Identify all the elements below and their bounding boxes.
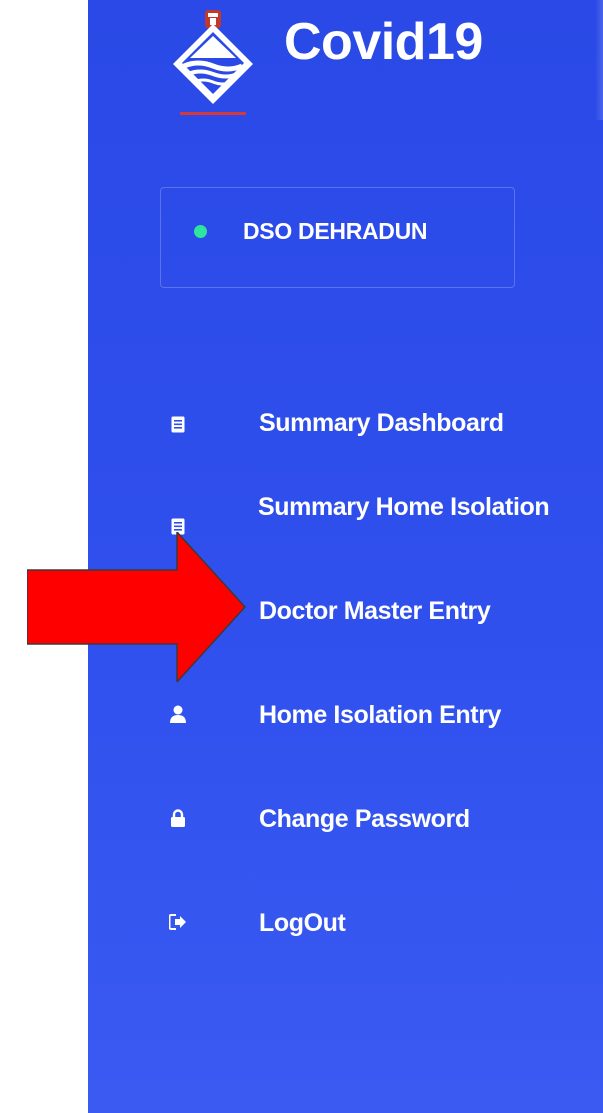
menu-item-change-password[interactable]: Change Password [88, 794, 603, 886]
list-icon [166, 514, 190, 538]
app-title: Covid19 [284, 13, 483, 71]
menu-item-label: Summary Dashboard [259, 409, 504, 437]
list-icon [166, 412, 190, 436]
logout-icon [166, 910, 190, 934]
menu-item-label: Doctor Master Entry [259, 597, 491, 625]
online-status-dot-icon [194, 225, 207, 238]
user-card: DSO DEHRADUN [160, 187, 515, 288]
menu-item-label: Change Password [259, 805, 470, 833]
menu-item-home-isolation-entry[interactable]: Home Isolation Entry [88, 690, 603, 782]
brand[interactable] [158, 8, 268, 118]
menu-item-label: Summary Home Isolation [258, 493, 550, 521]
menu-item-summary-dashboard[interactable]: Summary Dashboard [88, 380, 603, 472]
lock-icon [166, 806, 190, 830]
menu-item-label: LogOut [259, 909, 346, 937]
user-icon [166, 702, 190, 726]
sidebar: Covid19 DSO DEHRADUN Summary Dashboard S… [88, 0, 603, 1113]
menu-item-logout[interactable]: LogOut [88, 898, 603, 990]
state-emblem-logo-icon [158, 8, 268, 118]
page: Covid19 DSO DEHRADUN Summary Dashboard S… [0, 0, 603, 1113]
menu-item-summary-home-isolation[interactable]: Summary Home Isolation [88, 480, 603, 572]
menu-item-label: Home Isolation Entry [259, 701, 502, 729]
menu-item-doctor-master-entry[interactable]: Doctor Master Entry [88, 586, 603, 678]
user-name: DSO DEHRADUN [243, 218, 428, 244]
